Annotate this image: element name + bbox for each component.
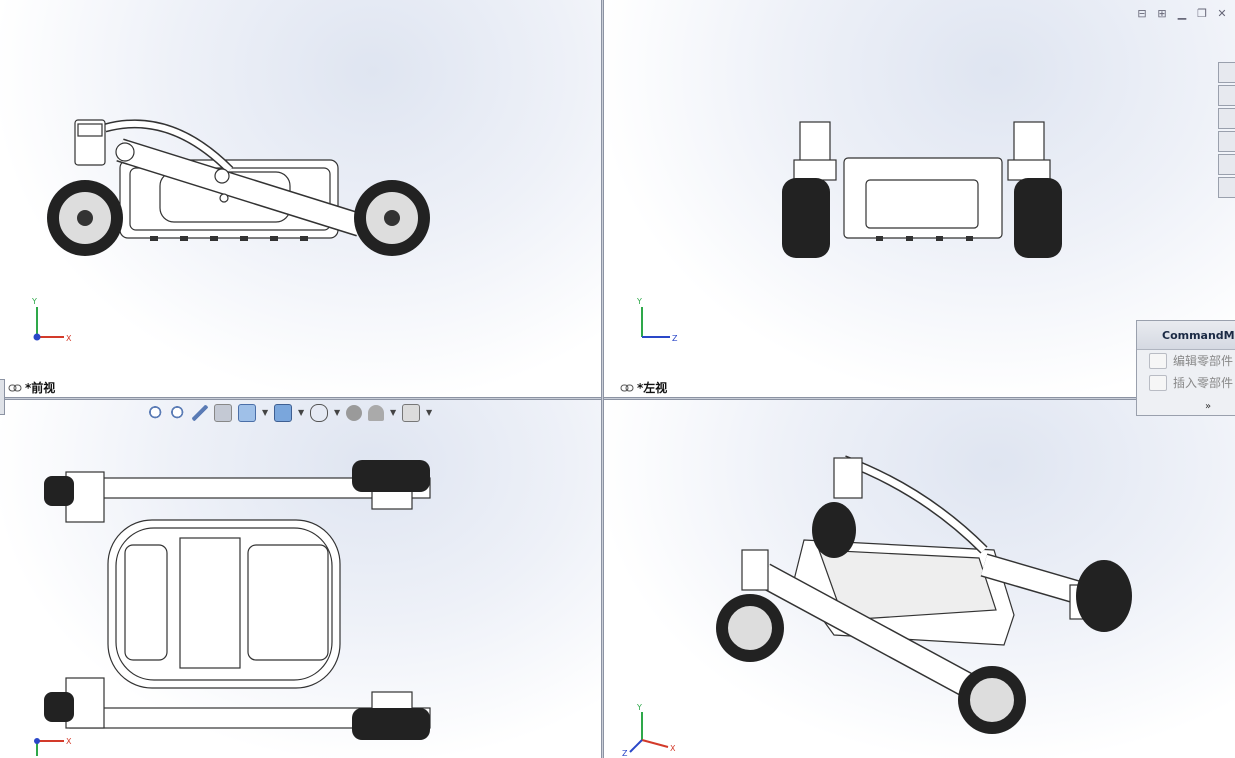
- edit-component-button[interactable]: 编辑零部件: [1137, 350, 1235, 372]
- feature-tree-flyout-tab[interactable]: [0, 379, 5, 415]
- home-icon[interactable]: [1218, 62, 1235, 83]
- triad-top-x: X: [66, 737, 72, 746]
- viewport-isometric[interactable]: Y X Z: [604, 400, 1235, 758]
- insert-components-button[interactable]: 插入零部件: [1137, 372, 1235, 394]
- restore-icon[interactable]: ❐: [1195, 8, 1209, 20]
- triad-front-y: Y: [31, 297, 37, 306]
- custom-properties-icon[interactable]: [1218, 177, 1235, 198]
- task-pane-tabs: [1218, 62, 1235, 198]
- triad-left: [641, 307, 670, 338]
- edit-component-icon: [1149, 353, 1167, 369]
- chevron-down-icon[interactable]: ▼: [334, 405, 340, 421]
- heads-up-view-toolbar: ▼ ▼ ▼ ▼ ▼: [148, 404, 432, 422]
- triad-front-x: X: [66, 334, 72, 343]
- previous-view-icon[interactable]: [192, 405, 208, 421]
- viewport-top[interactable]: X: [0, 400, 601, 758]
- hide-show-icon[interactable]: [310, 404, 328, 422]
- appearances-icon[interactable]: [1218, 154, 1235, 175]
- view-label-left: *左视: [620, 379, 667, 396]
- robot-top-view: X: [34, 460, 431, 756]
- triad-iso-x: X: [670, 744, 676, 753]
- chevron-down-icon[interactable]: ▼: [426, 405, 432, 421]
- front-wheel-right: [354, 180, 430, 256]
- triad-front: [33, 307, 64, 341]
- link-icon: [8, 384, 22, 391]
- view-orientation-icon[interactable]: [238, 404, 256, 422]
- robot-front-view: Y X: [31, 119, 430, 343]
- viewport-window-controls: ⊟ ⊞ ▁ ❐ ✕: [1135, 8, 1229, 20]
- viewport-splitter-vertical[interactable]: [601, 0, 604, 758]
- edit-appearance-icon[interactable]: [346, 405, 362, 421]
- triad-left-y: Y: [636, 297, 642, 306]
- view-label-front: *前视: [8, 379, 55, 396]
- triad-left-z: Z: [672, 334, 678, 343]
- triad-iso-z: Z: [622, 749, 628, 758]
- expand-more-icon[interactable]: »: [1205, 401, 1211, 412]
- display-style-icon[interactable]: [274, 404, 292, 422]
- close-icon[interactable]: ✕: [1215, 8, 1229, 20]
- file-explorer-icon[interactable]: [1218, 108, 1235, 129]
- apply-scene-icon[interactable]: [368, 405, 384, 421]
- view-settings-icon[interactable]: [402, 404, 420, 422]
- link-icon: [620, 384, 634, 391]
- chevron-down-icon[interactable]: ▼: [298, 405, 304, 421]
- view-palette-icon[interactable]: [1218, 131, 1235, 152]
- triad-iso: [629, 712, 669, 753]
- chevron-down-icon[interactable]: ▼: [390, 405, 396, 421]
- triad-iso-y: Y: [636, 703, 642, 712]
- minimize-icon[interactable]: ▁: [1175, 8, 1189, 20]
- viewport-front[interactable]: Y X *前视: [0, 0, 601, 397]
- tile-vertical-icon[interactable]: ⊞: [1155, 8, 1169, 20]
- zoom-to-fit-icon[interactable]: [148, 405, 164, 421]
- front-wheel-left: [47, 180, 123, 256]
- chevron-down-icon[interactable]: ▼: [262, 405, 268, 421]
- tile-horizontal-icon[interactable]: ⊟: [1135, 8, 1149, 20]
- triad-top: [34, 738, 64, 756]
- command-manager-popup[interactable]: CommandMan 编辑零部件 插入零部件 »: [1136, 320, 1235, 416]
- robot-isometric-view: Y X Z: [622, 455, 1132, 758]
- insert-component-icon: [1149, 375, 1167, 391]
- section-view-icon[interactable]: [214, 404, 232, 422]
- design-library-icon[interactable]: [1218, 85, 1235, 106]
- zoom-to-area-icon[interactable]: [170, 405, 186, 421]
- command-manager-title[interactable]: CommandMan: [1137, 321, 1235, 350]
- viewport-splitter-horizontal[interactable]: [0, 397, 1235, 400]
